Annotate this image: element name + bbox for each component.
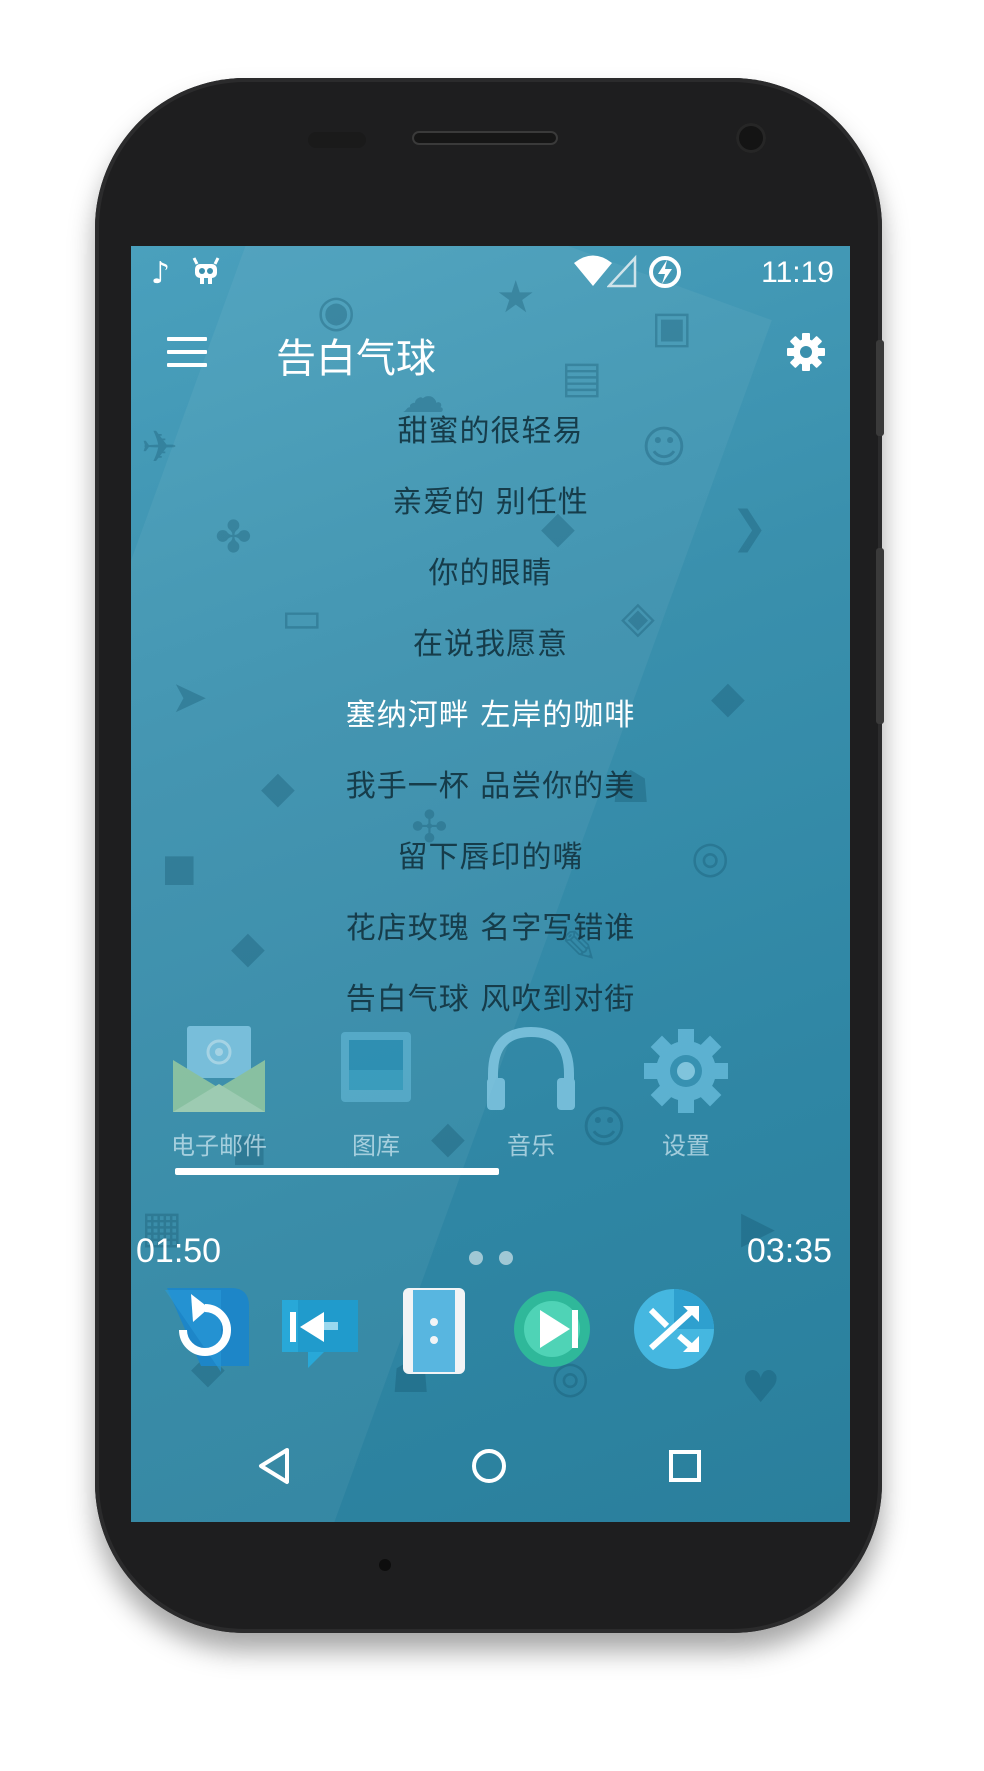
front-sensor [308,132,366,148]
gear-icon[interactable] [786,332,826,372]
settings-app[interactable]: 设置 [616,1026,756,1161]
back-icon[interactable] [256,1446,292,1486]
lyric-line: 亲爱的 别任性 [392,485,589,520]
next-icon[interactable] [512,1286,592,1372]
lyric-line: 我手一杯 品尝你的美 [345,769,636,804]
home-icon[interactable] [469,1446,509,1486]
front-microphone [379,1559,391,1571]
song-title: 告白气球 [276,336,436,382]
music-app[interactable]: 音乐 [461,1026,601,1161]
total-duration: 03:35 [746,1232,832,1270]
player-controls [131,1286,850,1416]
earpiece-speaker [412,131,558,145]
music-app-label: 音乐 [507,1132,555,1160]
page-dot [499,1251,513,1265]
gallery-icon [341,1032,411,1102]
email-icon [173,1026,265,1112]
previous-icon[interactable] [278,1292,362,1372]
lyric-line: 告白气球 风吹到对街 [345,982,636,1017]
lyric-line: 在说我愿意 [413,627,568,662]
lyric-line: 甜蜜的很轻易 [397,414,584,449]
settings-app-label: 设置 [662,1132,710,1160]
gallery-app[interactable]: 图库 [306,1026,446,1161]
lyric-line: 留下唇印的嘴 [397,840,584,875]
music-note-icon: ♪ [151,256,171,291]
status-bar: ♪ 11:19 [131,246,850,302]
email-app-label: 电子邮件 [171,1132,267,1160]
page-dot [469,1251,483,1265]
power-button [876,340,884,436]
settings-gear-icon [644,1029,728,1113]
app-dock: 电子邮件 图库 音乐 设置 [131,1026,850,1176]
battery-charging-icon [649,256,681,288]
page-indicator [469,1250,529,1269]
cell-signal-icon [607,254,637,288]
status-time: 11:19 [761,256,834,289]
cyanogen-mascot-icon [192,257,220,284]
headphones-icon [487,1026,575,1110]
front-camera [736,123,766,153]
lyric-line: 花店玫瑰 名字写错谁 [345,911,636,946]
volume-button [876,548,884,724]
lyric-line-current: 塞纳河畔 左岸的咖啡 [345,698,636,733]
phone-screen: ◉ ★ ▣ ☁ ▤ ✈ ☺ ✤ ◆ ❯ ▭ ◈ ➤ ◆ ◆ ☗ ✣ ◼ ◎ ◆ … [131,246,850,1522]
hamburger-menu-icon[interactable] [167,337,207,367]
gallery-app-label: 图库 [352,1132,400,1160]
repeat-icon[interactable] [161,1286,251,1376]
app-toolbar: 告白气球 [131,302,850,402]
playback-progress-bar[interactable] [175,1168,499,1175]
recents-icon[interactable] [665,1446,705,1486]
email-app[interactable]: 电子邮件 [149,1026,289,1161]
pause-icon[interactable] [399,1288,469,1374]
shuffle-icon[interactable] [631,1286,717,1372]
lyric-line: 你的眼睛 [428,556,553,591]
elapsed-time: 01:50 [136,1232,222,1270]
navigation-bar [131,1416,850,1522]
